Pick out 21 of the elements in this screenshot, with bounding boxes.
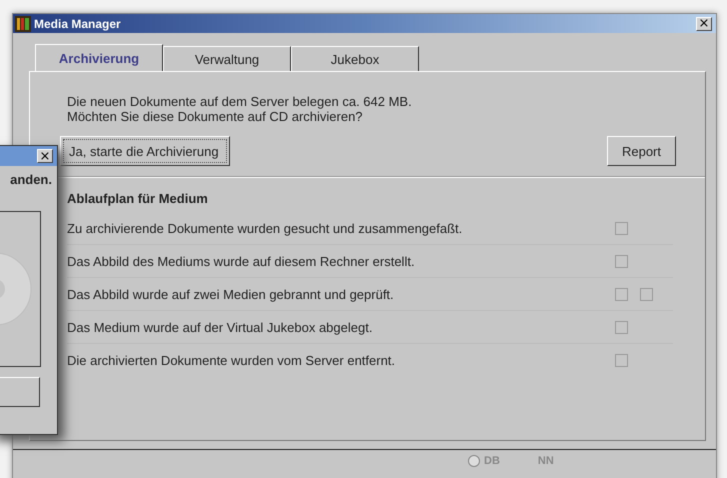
tab[interactable]: Archivierung [35,44,163,71]
dialog-message: anden. [9,172,53,187]
status-label: DB [484,455,500,467]
status-label: NN [538,455,554,467]
step-text: Die archivierten Dokumente wurden vom Server entfernt. [67,352,396,368]
step-text: Zu archivierende Dokumente wurden gesucht und zusammengefaßt. [67,220,464,236]
tab[interactable]: Jukebox [291,46,419,71]
bookshelf-icon [15,16,31,32]
close-button[interactable]: × [696,16,712,30]
tab[interactable]: Verwaltung [163,46,291,71]
step-text: Das Abbild des Mediums wurde auf diesem Rechner erstellt. [67,254,416,268]
message-text: Möchten Sie diese Dokumente auf CD archivieren? [67,109,364,124]
report-button[interactable]: Report [606,136,676,166]
start-archiving-button[interactable]: Ja, starte die Archivierung [60,136,230,166]
step-text: Das Abbild wurde auf zwei Medien gebrannt und geprüft. [67,286,395,302]
section-heading: Ablaufplan für Medium [67,191,209,206]
message-text: Die neuen Dokumente auf dem Server belegen ca. 642 MB. [67,94,413,109]
dialog-button[interactable] [0,377,40,407]
step-text: Das Medium wurde auf der Virtual Jukebox abgelegt. [67,320,374,334]
close-button[interactable]: × [37,149,53,163]
window-title: Media Manager [34,16,122,30]
